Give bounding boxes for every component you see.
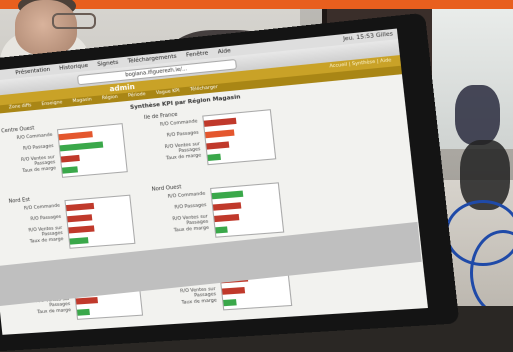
kpi-label: R/O Passages	[30, 214, 62, 223]
bar-chart	[56, 123, 128, 178]
kpi-bar	[67, 214, 93, 223]
menu-item[interactable]: Fenêtre	[186, 50, 209, 58]
kpi-bar	[65, 202, 95, 212]
bar-chart	[202, 109, 277, 166]
menu-item[interactable]: Signets	[97, 60, 119, 68]
region-panel: Ile de France R/O Commande R/O Passages R/O…	[144, 102, 284, 178]
kpi-bar	[214, 213, 240, 223]
kpi-label: R/O Passages	[166, 130, 200, 139]
orange-band	[0, 0, 513, 9]
kpi-bar	[68, 225, 95, 234]
filter-item[interactable]: Région	[102, 94, 119, 104]
laptop: Présentation Historique Signets Téléchar…	[0, 12, 460, 352]
kpi-bar	[207, 153, 221, 161]
glasses	[52, 13, 96, 29]
kpi-bar	[223, 299, 237, 307]
kpi-bar	[221, 287, 246, 295]
kpi-label: R/O Commande	[23, 203, 61, 212]
region-title: Centre Ouest	[0, 125, 35, 135]
kpi-label: R/O Commande	[159, 119, 198, 128]
kpi-bar	[59, 141, 104, 152]
kpi-label: R/O Commande	[167, 191, 206, 200]
kpi-bar	[75, 297, 99, 305]
kpi-bar	[77, 308, 90, 316]
menu-item[interactable]: Aide	[217, 48, 231, 56]
kpi-bar	[205, 129, 235, 139]
region-title: Nord Ouest	[151, 184, 182, 193]
kpi-bar	[215, 226, 228, 234]
kpi-label: R/O Passages	[22, 143, 54, 152]
region-panel: Nord Est R/O Commande R/O Passages R/O Vent…	[8, 188, 142, 261]
region-title: Nord Est	[8, 196, 31, 205]
kpi-label: R/O Commande	[16, 132, 53, 142]
region-panel: Centre Ouest R/O Commande R/O Passages R/O …	[1, 116, 135, 190]
kpi-bar	[62, 166, 78, 174]
bar-chart	[210, 182, 285, 238]
region-title: Ile de France	[143, 111, 178, 122]
kpi-bar	[203, 117, 237, 127]
person-right	[455, 85, 500, 145]
kpi-label: R/O Passages	[174, 202, 207, 211]
kpi-bar	[206, 141, 230, 150]
kpi-bar	[58, 131, 93, 141]
kpi-bar	[60, 154, 80, 163]
bar-chart	[64, 194, 136, 249]
filter-item[interactable]: Période	[128, 91, 146, 101]
kpi-bar	[212, 202, 242, 211]
kpi-bar	[69, 237, 89, 245]
kpi-bar	[211, 190, 244, 200]
